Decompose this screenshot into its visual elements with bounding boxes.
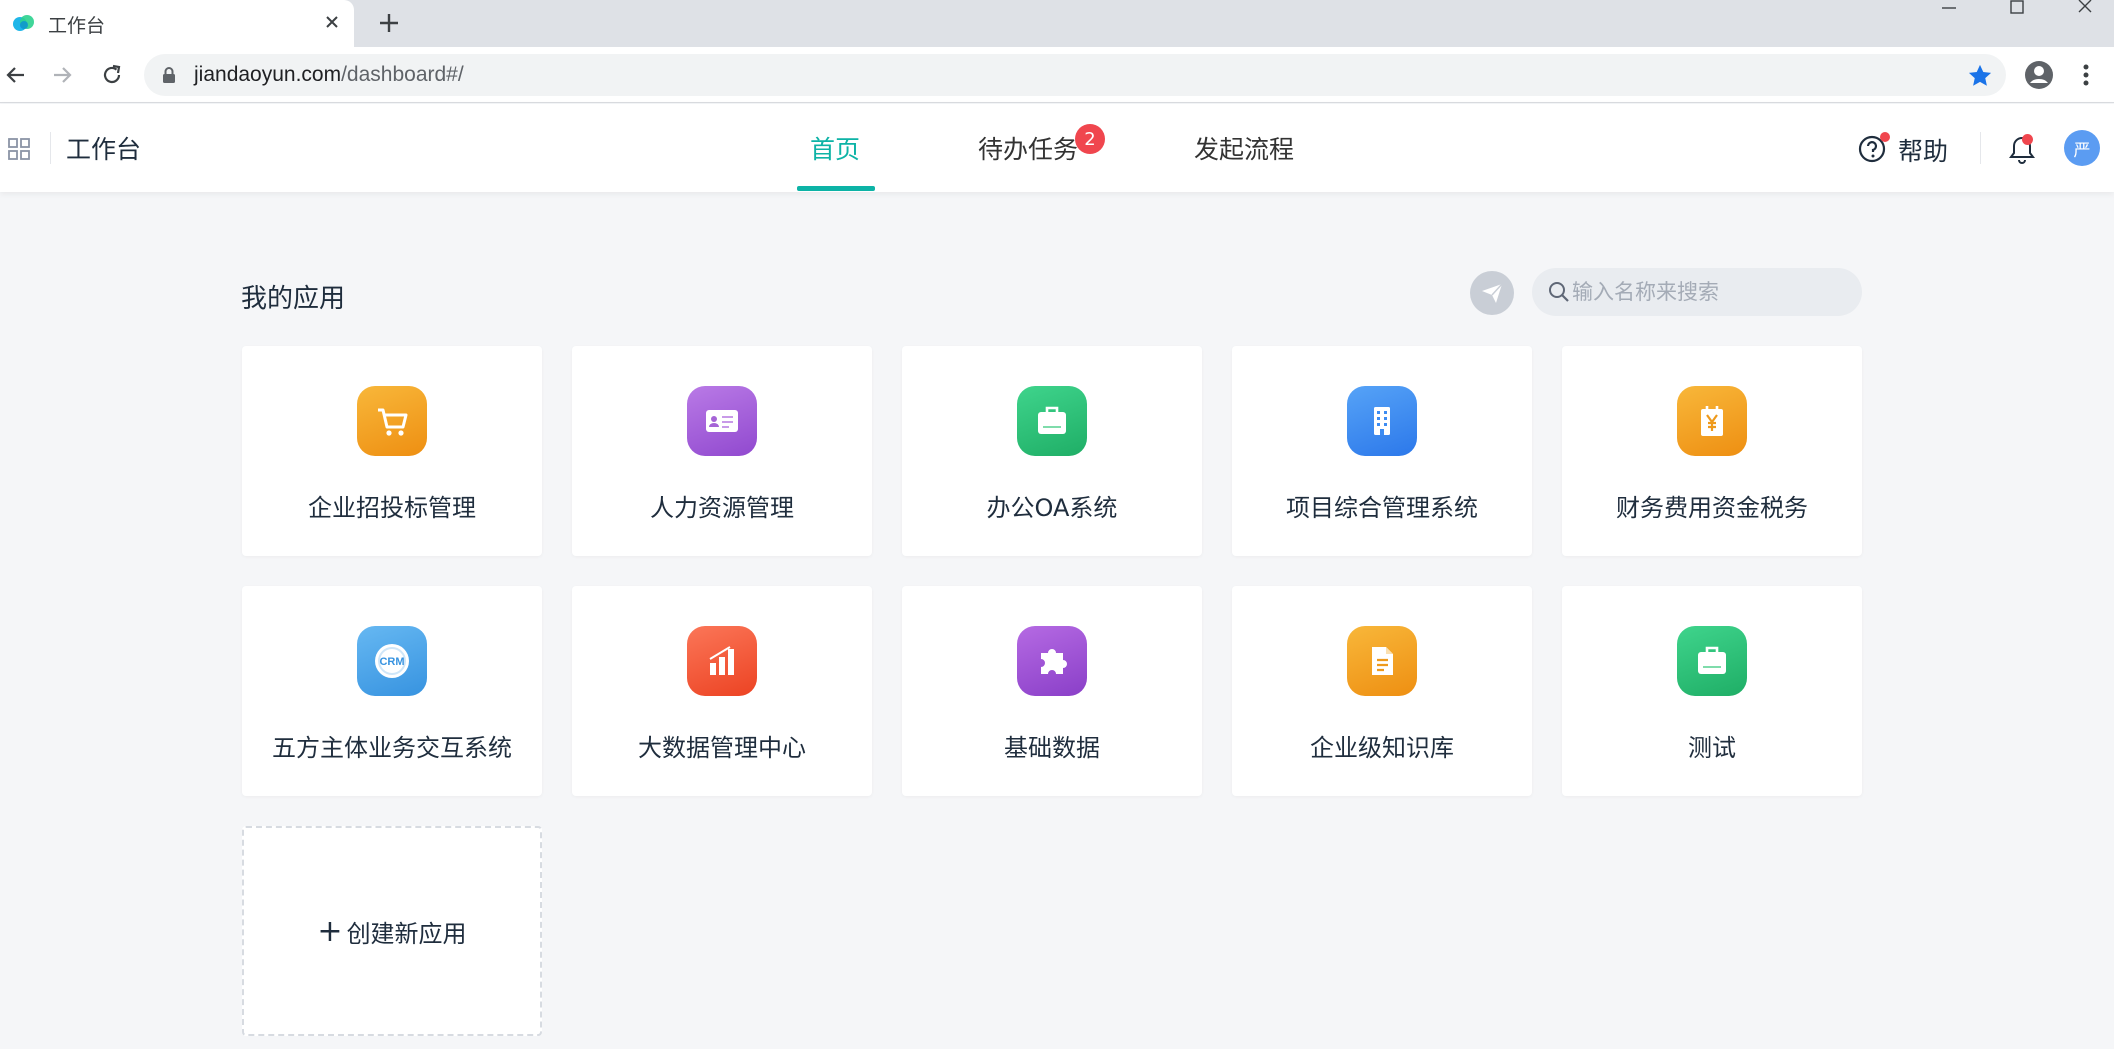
svg-text:CRM: CRM bbox=[379, 656, 404, 668]
app-card-label: 测试 bbox=[1688, 734, 1736, 762]
app-card[interactable]: 办公OA系统 bbox=[902, 346, 1202, 556]
reload-icon[interactable] bbox=[96, 59, 128, 91]
app-grid-icon[interactable] bbox=[8, 138, 30, 160]
app-card[interactable]: 测试 bbox=[1562, 586, 1862, 796]
minimize-icon[interactable] bbox=[1924, 0, 1974, 16]
help-notification-dot bbox=[1880, 132, 1890, 142]
url-text: jiandaoyun.com/dashboard#/ bbox=[194, 63, 464, 87]
avatar[interactable]: 严 bbox=[2064, 130, 2100, 166]
app-card-label: 办公OA系统 bbox=[986, 494, 1118, 522]
url-path: /dashboard#/ bbox=[341, 63, 464, 86]
cart-icon bbox=[357, 386, 427, 456]
maximize-icon[interactable] bbox=[1992, 0, 2042, 16]
app-card-label: 大数据管理中心 bbox=[638, 734, 806, 762]
tab-home[interactable]: 首页 bbox=[810, 130, 860, 166]
more-menu-icon[interactable] bbox=[2070, 59, 2102, 91]
url-host: jiandaoyun.com bbox=[194, 63, 342, 86]
yen-document-icon bbox=[1677, 386, 1747, 456]
app-card[interactable]: 财务费用资金税务 bbox=[1562, 346, 1862, 556]
todo-count-badge: 2 bbox=[1075, 124, 1105, 154]
app-card-label: 基础数据 bbox=[1004, 734, 1100, 762]
jiandaoyun-logo-icon bbox=[13, 15, 34, 31]
address-bar[interactable]: jiandaoyun.com/dashboard#/ bbox=[144, 54, 2006, 96]
active-tab-indicator bbox=[797, 186, 875, 191]
app-card-label: 企业招投标管理 bbox=[308, 494, 476, 522]
new-tab-plus-icon[interactable] bbox=[372, 6, 406, 40]
app-card[interactable]: CRM 五方主体业务交互系统 bbox=[242, 586, 542, 796]
building-icon bbox=[1347, 386, 1417, 456]
back-arrow-icon[interactable] bbox=[0, 59, 32, 91]
profile-icon[interactable] bbox=[2022, 58, 2056, 92]
app-card-label: 五方主体业务交互系统 bbox=[272, 734, 512, 762]
app-card-label: 项目综合管理系统 bbox=[1286, 494, 1478, 522]
app-card-label: 企业级知识库 bbox=[1310, 734, 1454, 762]
page-title: 工作台 bbox=[66, 135, 142, 164]
app-card[interactable]: 项目综合管理系统 bbox=[1232, 346, 1532, 556]
crm-icon: CRM bbox=[357, 626, 427, 696]
puzzle-icon bbox=[1017, 626, 1087, 696]
search-box bbox=[1532, 268, 1862, 316]
search-input[interactable] bbox=[1572, 272, 1852, 312]
briefcase-icon bbox=[1677, 626, 1747, 696]
tab-close-icon[interactable] bbox=[318, 8, 346, 36]
create-app-label: 创建新应用 bbox=[346, 919, 467, 948]
header-divider bbox=[50, 132, 51, 164]
app-card[interactable]: 企业级知识库 bbox=[1232, 586, 1532, 796]
tab-start-process[interactable]: 发起流程 bbox=[1194, 130, 1294, 166]
briefcase-icon bbox=[1017, 386, 1087, 456]
bar-chart-icon bbox=[687, 626, 757, 696]
app-card-label: 人力资源管理 bbox=[650, 494, 794, 522]
app-card[interactable]: 基础数据 bbox=[902, 586, 1202, 796]
app-header: 工作台 首页 待办任务 2 发起流程 帮助 严 bbox=[0, 104, 2114, 192]
browser-tab-strip: 工作台 bbox=[0, 0, 2114, 47]
create-app-button[interactable]: + 创建新应用 bbox=[242, 826, 542, 1036]
section-title: 我的应用 bbox=[241, 284, 346, 314]
app-card-label: 财务费用资金税务 bbox=[1616, 494, 1808, 522]
notification-dot bbox=[2022, 134, 2033, 145]
header-divider bbox=[1980, 132, 1981, 164]
id-card-icon bbox=[687, 386, 757, 456]
bookmark-star-icon[interactable] bbox=[1966, 62, 1994, 90]
search-icon bbox=[1549, 282, 1569, 302]
forward-arrow-icon[interactable] bbox=[46, 59, 78, 91]
window-close-icon[interactable] bbox=[2060, 0, 2110, 16]
app-card[interactable]: 企业招投标管理 bbox=[242, 346, 542, 556]
tab-todo[interactable]: 待办任务 bbox=[978, 130, 1078, 166]
plus-icon: + bbox=[317, 913, 343, 949]
lock-icon bbox=[163, 67, 175, 83]
tab-title: 工作台 bbox=[48, 15, 106, 37]
help-link[interactable]: 帮助 bbox=[1898, 132, 1948, 168]
document-icon bbox=[1347, 626, 1417, 696]
browser-tab[interactable]: 工作台 bbox=[0, 0, 354, 47]
paper-plane-icon bbox=[1482, 283, 1503, 303]
browser-toolbar: jiandaoyun.com/dashboard#/ bbox=[0, 47, 2114, 103]
sort-button[interactable] bbox=[1470, 271, 1514, 315]
app-card[interactable]: 大数据管理中心 bbox=[572, 586, 872, 796]
app-card[interactable]: 人力资源管理 bbox=[572, 346, 872, 556]
